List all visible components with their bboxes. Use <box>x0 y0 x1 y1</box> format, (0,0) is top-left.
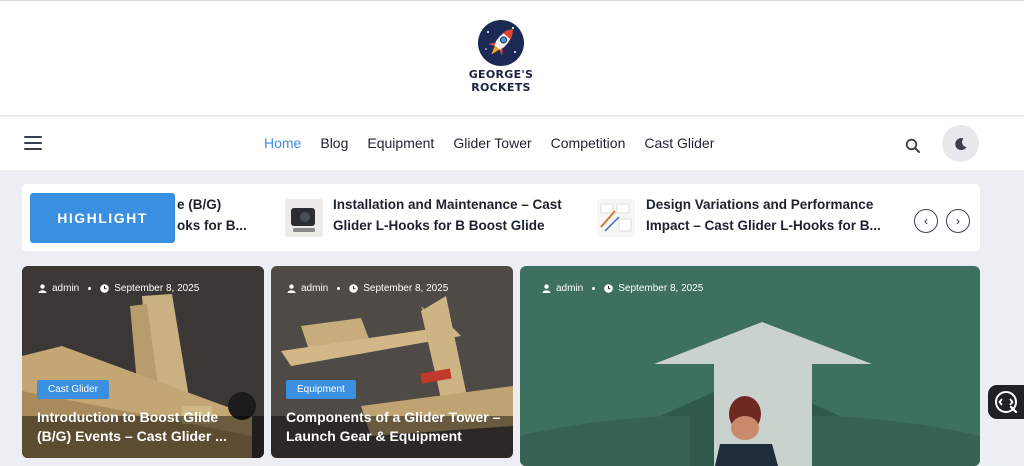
clock-icon <box>349 284 359 293</box>
post-card-2[interactable]: admin September 8, 2025 Equipment Compon… <box>271 266 513 458</box>
ticker-item-2-line2: Glider L-Hooks for B Boost Glide <box>333 218 545 233</box>
nav-menu: Home Blog Equipment Glider Tower Competi… <box>264 135 733 151</box>
ticker-prev-button[interactable]: ‹ <box>914 209 938 233</box>
post-meta: admin September 8, 2025 <box>287 283 448 294</box>
post-title[interactable]: Introduction to Boost Glide (B/G) Events… <box>37 408 252 446</box>
clock-icon <box>100 284 110 293</box>
post-meta: admin September 8, 2025 <box>542 283 703 294</box>
nav-item-competition[interactable]: Competition <box>551 135 626 151</box>
post-author[interactable]: admin <box>556 283 583 294</box>
logo-text-line2: ROCKETS <box>471 81 531 94</box>
user-icon <box>287 284 296 293</box>
category-badge[interactable]: Equipment <box>286 380 356 399</box>
ticker-item-2-thumbnail[interactable] <box>285 199 323 237</box>
highlight-ticker: HIGHLIGHT e (B/G) oks for B... Installat… <box>22 184 980 251</box>
nav-item-equipment[interactable]: Equipment <box>367 135 434 151</box>
site-header: GEORGE'S ROCKETS <box>0 1 1024 116</box>
site-logo[interactable]: GEORGE'S ROCKETS <box>466 19 536 99</box>
ticker-item-2[interactable]: Installation and Maintenance – Cast Glid… <box>333 194 562 236</box>
clock-icon <box>604 284 614 293</box>
chevron-left-icon: ‹ <box>924 214 928 228</box>
post-date[interactable]: September 8, 2025 <box>363 283 448 294</box>
highlight-badge: HIGHLIGHT <box>30 193 175 243</box>
ticker-next-button[interactable]: › <box>946 209 970 233</box>
moon-icon <box>954 137 966 150</box>
accessibility-widget-button[interactable] <box>988 385 1024 419</box>
post-image-crossroads-arrow <box>520 266 980 466</box>
nav-item-home[interactable]: Home <box>264 135 301 151</box>
user-icon <box>38 284 47 293</box>
category-badge[interactable]: Cast Glider <box>37 380 110 399</box>
logo-text-line1: GEORGE'S <box>468 68 534 81</box>
post-author[interactable]: admin <box>301 283 328 294</box>
ticker-item-3[interactable]: Design Variations and Performance Impact… <box>646 194 881 236</box>
nav-item-cast-glider[interactable]: Cast Glider <box>644 135 714 151</box>
ticker-item-3-line1: Design Variations and Performance <box>646 197 874 212</box>
theme-toggle-button[interactable] <box>942 125 979 162</box>
post-date[interactable]: September 8, 2025 <box>114 283 199 294</box>
ticker-item-1[interactable]: e (B/G) oks for B... <box>177 194 247 236</box>
ticker-item-3-thumbnail[interactable] <box>597 199 635 237</box>
accessibility-icon <box>995 391 1018 414</box>
rocket-logo-icon <box>478 20 524 66</box>
ticker-item-2-line1: Installation and Maintenance – Cast <box>333 197 562 212</box>
hamburger-menu-icon[interactable] <box>24 135 42 151</box>
search-icon[interactable] <box>905 138 921 154</box>
post-meta: admin September 8, 2025 <box>38 283 199 294</box>
ticker-item-1-line1: e (B/G) <box>177 197 222 212</box>
post-title[interactable]: Components of a Glider Tower – Launch Ge… <box>286 408 501 446</box>
nav-item-glider-tower[interactable]: Glider Tower <box>453 135 531 151</box>
post-author[interactable]: admin <box>52 283 79 294</box>
ticker-item-3-line2: Impact – Cast Glider L-Hooks for B... <box>646 218 881 233</box>
post-date[interactable]: September 8, 2025 <box>618 283 703 294</box>
post-card-1[interactable]: admin September 8, 2025 Cast Glider Intr… <box>22 266 264 458</box>
chevron-right-icon: › <box>956 214 960 228</box>
main-navigation: Home Blog Equipment Glider Tower Competi… <box>0 117 1024 170</box>
nav-item-blog[interactable]: Blog <box>320 135 348 151</box>
post-card-3-featured[interactable]: admin September 8, 2025 <box>520 266 980 466</box>
user-icon <box>542 284 551 293</box>
ticker-item-1-line2: oks for B... <box>177 218 247 233</box>
